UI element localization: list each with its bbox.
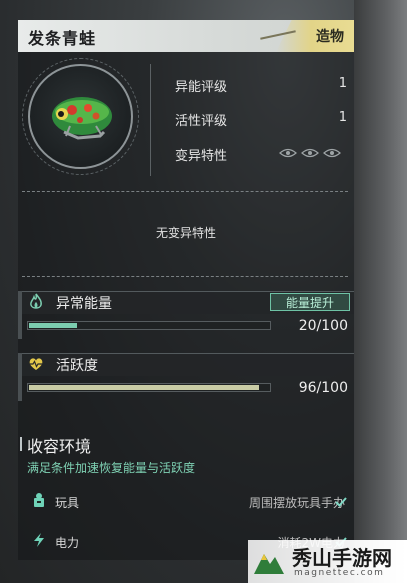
flame-icon bbox=[30, 293, 42, 309]
stat-label-mutation: 变异特性 bbox=[175, 149, 228, 164]
energy-label: 异常能量 bbox=[56, 296, 112, 312]
item-title: 发条青蛙 bbox=[28, 29, 97, 48]
category-badge-label: 造物 bbox=[316, 29, 344, 45]
activity-bar bbox=[27, 383, 271, 392]
background-scene bbox=[354, 0, 407, 583]
item-portrait bbox=[28, 64, 133, 169]
lightning-icon bbox=[34, 533, 44, 547]
eye-icon bbox=[279, 148, 297, 158]
divider-dashed-top bbox=[22, 191, 348, 192]
watermark: 秀山手游网 magnettec.com bbox=[248, 540, 407, 583]
frog-icon bbox=[52, 97, 112, 140]
checkmark-icon bbox=[335, 497, 347, 507]
title-bar: 发条青蛙 造物 bbox=[18, 20, 354, 52]
stat-value-activity: 1 bbox=[338, 110, 347, 125]
requirement-condition-toy: 周围摆放玩具手办 bbox=[248, 496, 345, 510]
divider-vertical bbox=[150, 64, 151, 176]
activity-bar-fill bbox=[29, 385, 260, 390]
watermark-title: 秀山手游网 bbox=[292, 546, 392, 570]
containment-title: 收容环境 bbox=[27, 437, 92, 456]
watermark-url: magnettec.com bbox=[294, 568, 385, 578]
mutation-slots bbox=[279, 148, 341, 158]
eye-icon bbox=[323, 148, 341, 158]
energy-value: 20/100 bbox=[298, 318, 348, 334]
activity-meter: 活跃度 96/100 bbox=[18, 353, 354, 401]
no-trait-text: 无变异特性 bbox=[155, 226, 216, 240]
eye-icon bbox=[301, 148, 319, 158]
energy-boost-button[interactable]: 能量提升 bbox=[270, 293, 350, 311]
requirement-name-power: 电力 bbox=[55, 536, 80, 550]
divider-dashed-bottom bbox=[22, 276, 348, 277]
stat-label-ability: 异能评级 bbox=[175, 80, 228, 95]
section-marker bbox=[20, 437, 22, 451]
stat-label-activity: 活性评级 bbox=[175, 114, 228, 129]
stat-value-ability: 1 bbox=[338, 76, 347, 91]
toy-icon bbox=[34, 493, 44, 507]
activity-value: 96/100 bbox=[298, 380, 348, 396]
requirement-name-toy: 玩具 bbox=[55, 496, 80, 510]
mountain-logo-icon bbox=[254, 554, 284, 574]
containment-subtitle: 满足条件加速恢复能量与活跃度 bbox=[27, 461, 196, 475]
energy-bar-fill bbox=[29, 323, 77, 328]
activity-label: 活跃度 bbox=[56, 358, 98, 374]
heartbeat-icon bbox=[29, 358, 43, 370]
energy-meter: 异常能量 能量提升 20/100 bbox=[18, 291, 354, 339]
energy-bar bbox=[27, 321, 271, 330]
